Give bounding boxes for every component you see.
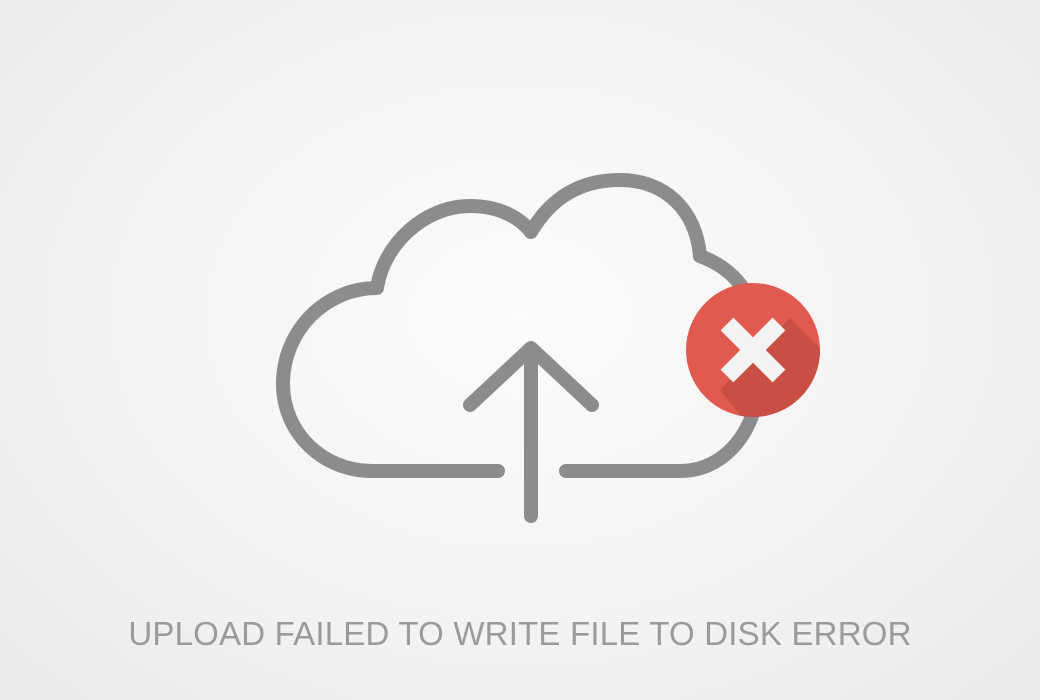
upload-arrow-icon xyxy=(463,341,599,523)
upload-error-illustration xyxy=(276,173,820,523)
error-x-icon xyxy=(686,283,820,417)
upload-error-screen: UPLOAD FAILED TO WRITE FILE TO DISK ERRO… xyxy=(0,0,1040,700)
cloud-icon xyxy=(276,173,759,478)
error-message: UPLOAD FAILED TO WRITE FILE TO DISK ERRO… xyxy=(128,615,912,652)
